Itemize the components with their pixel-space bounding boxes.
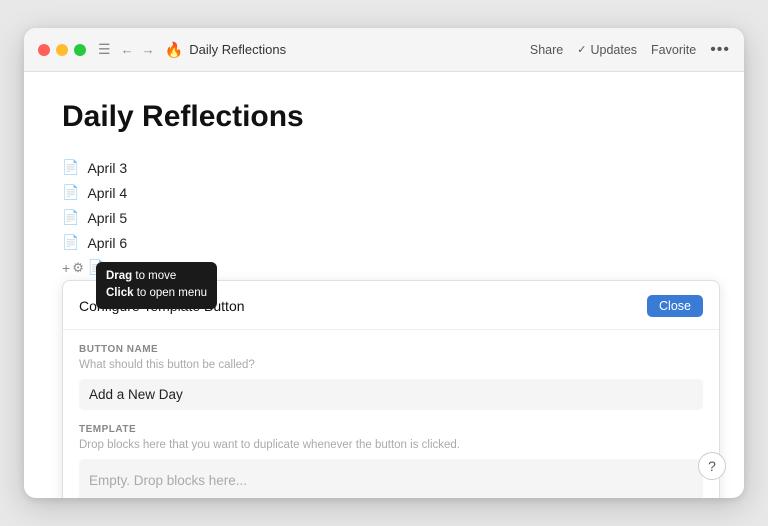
back-icon[interactable]: ← [121, 42, 134, 57]
titlebar-title-text: Daily Reflections [189, 42, 286, 57]
tooltip-drag-suffix: to move [132, 270, 176, 282]
button-name-input[interactable] [79, 379, 703, 410]
maximize-traffic-light[interactable] [74, 44, 86, 56]
hamburger-icon[interactable]: ☰ [98, 41, 111, 58]
template-group: TEMPLATE Drop blocks here that you want … [79, 424, 703, 498]
button-name-sublabel: What should this button be called? [79, 359, 703, 371]
help-button[interactable]: ? [698, 452, 726, 480]
configure-template-panel: Configure Template Button Close BUTTON N… [62, 280, 720, 498]
share-button[interactable]: Share [530, 43, 563, 57]
favorite-button[interactable]: Favorite [651, 43, 696, 57]
check-icon: ✓ [577, 43, 586, 56]
updates-label: Updates [590, 43, 637, 57]
new-day-controls: + ⚙ [62, 260, 84, 276]
tooltip-click-label: Click [106, 287, 134, 299]
doc-icon: 📄 [62, 159, 79, 176]
configure-body: BUTTON NAME What should this button be c… [63, 330, 719, 498]
add-button[interactable]: + [62, 260, 70, 276]
template-sublabel: Drop blocks here that you want to duplic… [79, 439, 703, 451]
page-title: Daily Reflections [62, 100, 706, 134]
template-label: TEMPLATE [79, 424, 703, 435]
doc-label: April 5 [87, 210, 127, 226]
list-item[interactable]: 📄 April 6 [62, 231, 706, 254]
template-drop-area[interactable]: Empty. Drop blocks here... [79, 459, 703, 498]
doc-list: 📄 April 3 📄 April 4 📄 April 5 📄 April 6 [62, 156, 706, 254]
list-item[interactable]: 📄 April 4 [62, 181, 706, 204]
main-content: Daily Reflections 📄 April 3 📄 April 4 📄 … [24, 72, 744, 498]
list-item[interactable]: 📄 April 3 [62, 156, 706, 179]
titlebar-nav: ☰ ← → [98, 41, 155, 58]
list-item[interactable]: 📄 April 5 [62, 206, 706, 229]
more-button[interactable]: ••• [710, 41, 730, 59]
updates-button[interactable]: ✓ Updates [577, 43, 637, 57]
doc-label: April 6 [87, 235, 127, 251]
doc-icon: 📄 [62, 184, 79, 201]
close-button[interactable]: Close [647, 295, 703, 317]
titlebar-actions: Share ✓ Updates Favorite ••• [530, 41, 730, 59]
doc-icon: 📄 [62, 209, 79, 226]
doc-icon: 📄 [62, 234, 79, 251]
traffic-lights [38, 44, 86, 56]
forward-icon[interactable]: → [142, 42, 155, 57]
titlebar-title: 🔥 Daily Reflections [165, 41, 530, 59]
tooltip-drag-label: Drag [106, 270, 132, 282]
button-name-group: BUTTON NAME What should this button be c… [79, 344, 703, 410]
settings-icon[interactable]: ⚙ [72, 260, 84, 276]
close-traffic-light[interactable] [38, 44, 50, 56]
tooltip: Drag to move Click to open menu [96, 262, 217, 309]
doc-label: April 3 [87, 160, 127, 176]
doc-label: April 4 [87, 185, 127, 201]
title-emoji: 🔥 [165, 41, 184, 59]
app-window: ☰ ← → 🔥 Daily Reflections Share ✓ Update… [24, 28, 744, 498]
button-name-label: BUTTON NAME [79, 344, 703, 355]
minimize-traffic-light[interactable] [56, 44, 68, 56]
titlebar: ☰ ← → 🔥 Daily Reflections Share ✓ Update… [24, 28, 744, 72]
tooltip-click-suffix: to open menu [134, 287, 208, 299]
